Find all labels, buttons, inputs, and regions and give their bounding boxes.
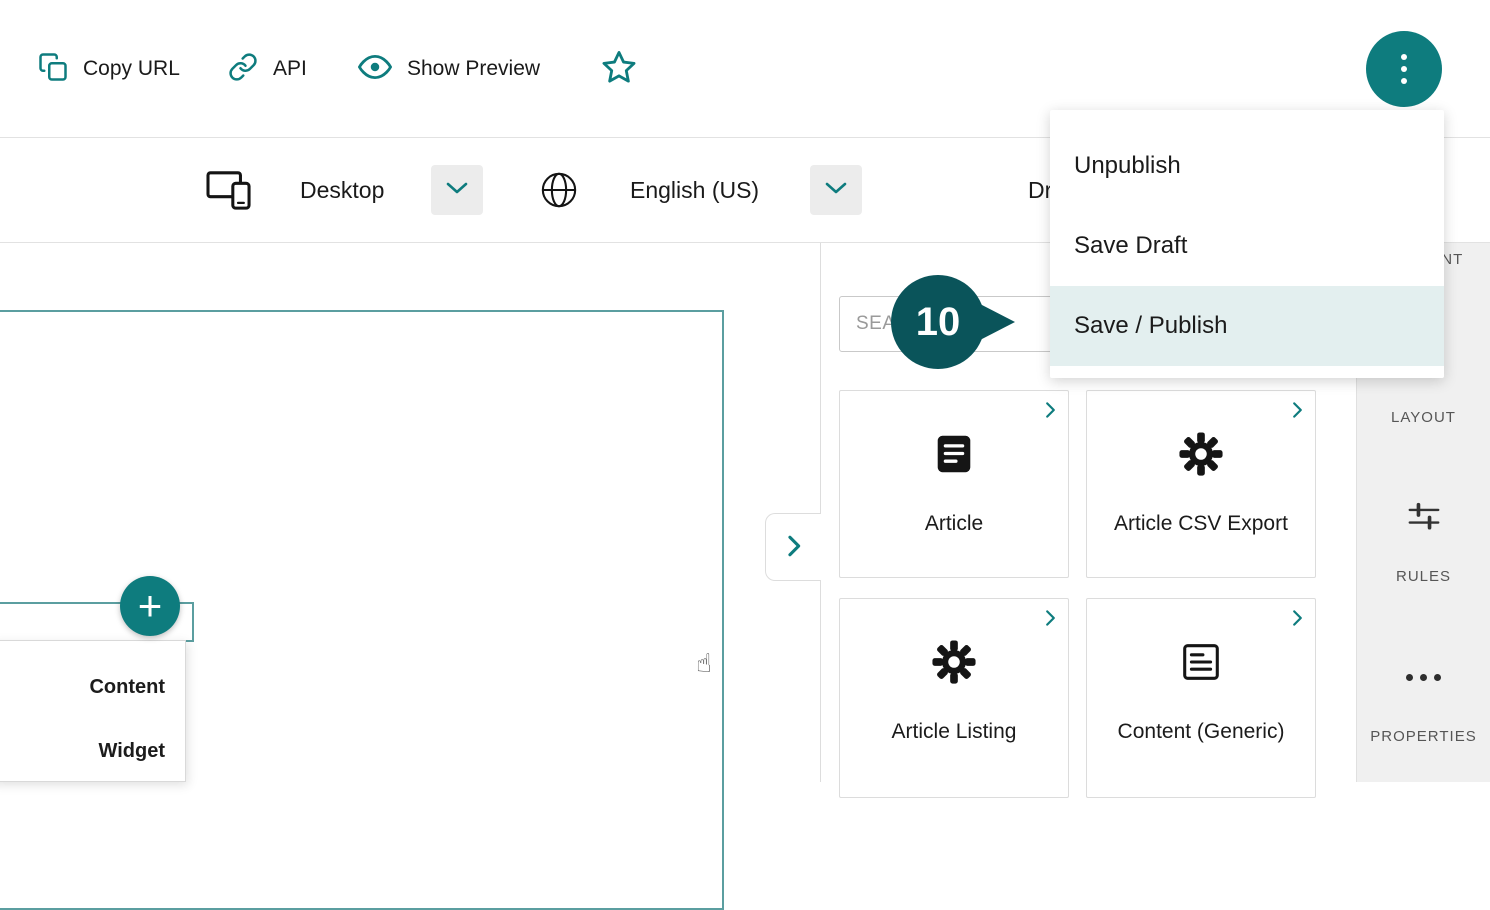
- copy-icon: [38, 52, 68, 87]
- language-dropdown-button[interactable]: [810, 165, 862, 215]
- menu-item-unpublish[interactable]: Unpublish: [1050, 126, 1444, 206]
- device-selector[interactable]: Desktop: [300, 138, 384, 242]
- component-card-label: Article CSV Export: [1114, 512, 1288, 536]
- language-selector[interactable]: English (US): [630, 138, 759, 242]
- chevron-down-icon: [825, 181, 847, 199]
- chevron-right-icon: [1045, 401, 1056, 424]
- ellipsis-icon: [1406, 658, 1441, 696]
- content-generic-icon: [1178, 639, 1224, 690]
- more-actions-menu: Unpublish Save Draft Save / Publish: [1050, 110, 1444, 378]
- devices-icon: [205, 138, 253, 242]
- link-icon: [228, 52, 258, 87]
- sidebar-item-label: LAYOUT: [1391, 409, 1456, 426]
- device-dropdown-button[interactable]: [431, 165, 483, 215]
- copy-url-label: Copy URL: [83, 57, 180, 81]
- article-icon: [931, 431, 977, 482]
- gear-icon: [931, 639, 977, 690]
- show-preview-button[interactable]: Show Preview: [358, 0, 540, 138]
- device-label: Desktop: [300, 177, 384, 204]
- sidebar-item-rules[interactable]: RULES: [1357, 498, 1490, 585]
- chevron-right-icon: [1045, 609, 1056, 632]
- add-component-menu: Content Widget: [0, 640, 186, 782]
- page-canvas[interactable]: + Content Widget ☝: [0, 243, 820, 782]
- sidebar-item-label: PROPERTIES: [1370, 728, 1476, 745]
- sidebar-item-properties[interactable]: PROPERTIES: [1357, 658, 1490, 745]
- chevron-right-icon: [1292, 609, 1303, 632]
- sliders-icon: [1405, 498, 1443, 536]
- component-card-label: Article: [925, 512, 983, 536]
- menu-item-save-draft[interactable]: Save Draft: [1050, 206, 1444, 286]
- component-card-article[interactable]: Article: [839, 390, 1069, 578]
- component-card-label: Content (Generic): [1118, 720, 1285, 744]
- sidebar-item-label: RULES: [1396, 568, 1451, 585]
- menu-item-save-publish[interactable]: Save / Publish: [1050, 286, 1444, 366]
- more-actions-button[interactable]: [1366, 31, 1442, 107]
- kebab-icon: [1401, 54, 1407, 60]
- language-label: English (US): [630, 177, 759, 204]
- hand-cursor-icon: ☝: [696, 648, 712, 679]
- add-component-button[interactable]: +: [120, 576, 180, 636]
- component-card-article-csv-export[interactable]: Article CSV Export: [1086, 390, 1316, 578]
- chevron-right-icon: [787, 534, 801, 561]
- eye-icon: [358, 50, 392, 89]
- favorite-star-button[interactable]: [600, 0, 638, 138]
- api-button[interactable]: API: [228, 0, 307, 138]
- chevron-right-icon: [1292, 401, 1303, 424]
- api-label: API: [273, 57, 307, 81]
- show-preview-label: Show Preview: [407, 57, 540, 81]
- component-card-article-listing[interactable]: Article Listing: [839, 598, 1069, 798]
- copy-url-button[interactable]: Copy URL: [38, 0, 180, 138]
- add-menu-item-content[interactable]: Content: [0, 655, 185, 719]
- component-card-label: Article Listing: [892, 720, 1017, 744]
- collapse-panel-button[interactable]: [765, 513, 821, 581]
- globe-icon: [540, 138, 578, 242]
- gear-icon: [1178, 431, 1224, 482]
- star-icon: [600, 48, 638, 91]
- component-card-content-generic[interactable]: Content (Generic): [1086, 598, 1316, 798]
- chevron-down-icon: [446, 181, 468, 199]
- add-menu-item-widget[interactable]: Widget: [0, 719, 185, 783]
